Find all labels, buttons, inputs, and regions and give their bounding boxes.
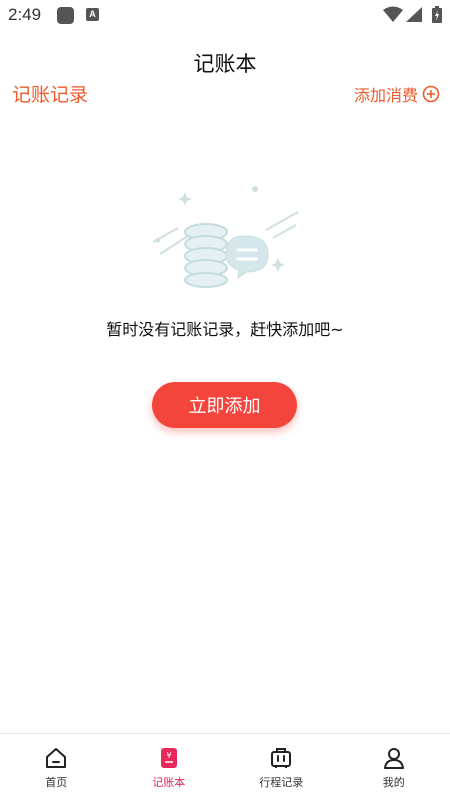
wifi-icon	[383, 6, 403, 22]
profile-icon	[383, 748, 404, 769]
page-title: 记账本	[193, 52, 257, 76]
nav-label-trips: 行程记录	[259, 776, 304, 789]
signal-icon	[406, 7, 422, 22]
luggage-icon	[271, 748, 292, 768]
nav-label-ledger: 记账本	[152, 776, 186, 789]
nav-item-home[interactable]: 首页	[0, 734, 113, 800]
records-link[interactable]: 记账记录	[12, 80, 88, 107]
nav-item-profile[interactable]: 我的	[338, 734, 450, 800]
coins-chat-icon	[152, 186, 299, 288]
status-time: 2:49	[8, 5, 42, 24]
ledger-icon: ¥	[160, 748, 177, 768]
status-bar: 2:49 A	[0, 0, 450, 30]
svg-text:¥: ¥	[166, 751, 171, 760]
nav-item-ledger[interactable]: ¥ 记账本	[113, 734, 226, 800]
add-now-label: 立即添加	[188, 396, 261, 417]
app-icon	[57, 7, 74, 24]
a-icon: A	[86, 8, 99, 21]
battery-icon	[432, 6, 442, 23]
bottom-nav: 首页 ¥ 记账本 行程记录 我的	[0, 733, 450, 800]
nav-item-trips[interactable]: 行程记录	[225, 734, 338, 800]
nav-label-profile: 我的	[382, 776, 405, 789]
add-expense-button[interactable]: 添加消费	[354, 82, 440, 106]
home-icon	[46, 748, 67, 768]
empty-message: 暂时没有记账记录，赶快添加吧~	[106, 320, 344, 339]
add-expense-label: 添加消费	[353, 86, 418, 105]
nav-label-home: 首页	[45, 776, 68, 789]
add-now-button[interactable]: 立即添加	[152, 382, 297, 428]
plus-circle-icon	[422, 85, 440, 103]
